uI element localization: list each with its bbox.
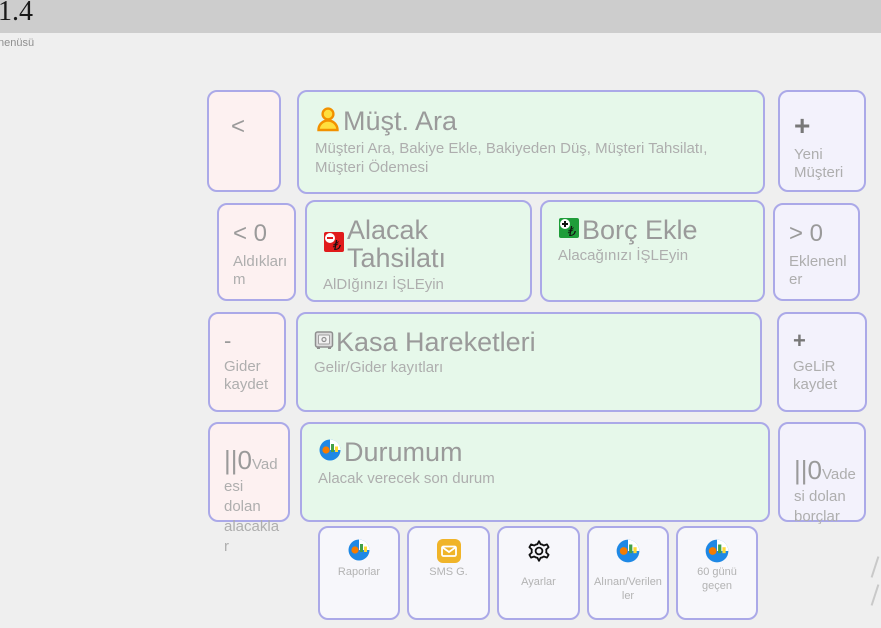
- new-customer-label: Yeni Müşteri: [794, 146, 858, 182]
- ayarlar-label: Ayarlar: [503, 576, 574, 590]
- title-band: 1.4: [0, 0, 881, 33]
- safe-icon: [314, 330, 334, 355]
- card-subtitle: AlDIğınızı İŞLEyin: [323, 276, 514, 295]
- new-customer-button[interactable]: + Yeni Müşteri: [778, 90, 866, 192]
- card-gelir-kaydet[interactable]: + GeLiR kaydet: [777, 312, 867, 412]
- card-eklenenler[interactable]: > 0 Eklenenler: [773, 203, 860, 301]
- card-durumum[interactable]: Durumum Alacak verecek son durum: [300, 422, 770, 522]
- raporlar-label: Raporlar: [324, 566, 394, 580]
- aldiklarim-value: < 0: [233, 221, 288, 247]
- card-title: Alacak Tahsilatı: [347, 216, 514, 273]
- alinan-verilenler-label: Alınan/Verilenler: [593, 576, 663, 604]
- card-subtitle: Müşteri Ara, Bakiye Ekle, Bakiyeden Düş,…: [315, 140, 747, 178]
- card-subtitle: Alacak verecek son durum: [318, 470, 752, 489]
- chart-pie-icon: [615, 538, 641, 564]
- card-must-ara[interactable]: Müşt. Ara Müşteri Ara, Bakiye Ekle, Baki…: [297, 90, 765, 194]
- ayarlar-button[interactable]: Ayarlar: [497, 526, 580, 620]
- gider-label: Gider kaydet: [224, 358, 278, 394]
- card-vadesi-dolan-borclar[interactable]: ||0Vadesi dolan borçlar: [778, 422, 866, 522]
- card-vadesi-dolan-alacaklar[interactable]: ||0Vadesi dolan alacaklar: [208, 422, 290, 522]
- lira-plus-icon: ₺: [558, 217, 580, 244]
- card-borc-ekle[interactable]: ₺ Borç Ekle Alacağınızı İŞLEyin: [540, 200, 765, 302]
- gear-icon: [526, 538, 552, 564]
- sms-envelope-icon: [436, 538, 462, 564]
- vadesi-borclar-value: ||0: [794, 455, 822, 485]
- chart-pie-icon: [704, 538, 730, 564]
- card-title: Borç Ekle: [582, 216, 698, 244]
- sms-button[interactable]: SMS G.: [407, 526, 490, 620]
- aldiklarim-label: Aldıklarım: [233, 253, 288, 289]
- sms-label: SMS G.: [413, 566, 484, 580]
- gunu-gecen-label: 60 günü geçen: [682, 566, 752, 594]
- card-title: Müşt. Ara: [343, 107, 457, 135]
- eklenenler-value: > 0: [789, 221, 852, 247]
- card-subtitle: Alacağınızı İŞLEyin: [558, 247, 747, 266]
- card-title: Durumum: [344, 438, 463, 466]
- svg-text:₺: ₺: [567, 225, 576, 239]
- lira-minus-icon: ₺: [323, 231, 345, 258]
- menu-label: nenüsü: [0, 37, 34, 49]
- gunu-gecen-button[interactable]: 60 günü geçen: [676, 526, 758, 620]
- eklenenler-label: Eklenenler: [789, 253, 852, 289]
- back-button[interactable]: <: [207, 90, 281, 192]
- app-window: 1.4 nenüsü < Müşt. Ara Müşteri Ara, Baki…: [0, 0, 881, 628]
- card-subtitle: Gelir/Gider kayıtları: [314, 359, 744, 378]
- card-alacak-tahsilati[interactable]: ₺ Alacak Tahsilatı AlDIğınızı İŞLEyin: [305, 200, 532, 302]
- card-gider-kaydet[interactable]: - Gider kaydet: [208, 312, 286, 412]
- chart-pie-icon: [346, 538, 372, 564]
- card-aldiklarim[interactable]: < 0 Aldıklarım: [217, 203, 296, 301]
- edge-artifact: [871, 556, 880, 578]
- chart-pie-icon: [318, 438, 342, 467]
- card-title: Kasa Hareketleri: [336, 328, 536, 356]
- card-kasa-hareketleri[interactable]: Kasa Hareketleri Gelir/Gider kayıtları: [296, 312, 762, 412]
- vadesi-alacaklar-value: ||0: [224, 445, 252, 475]
- minus-icon: -: [224, 330, 278, 352]
- plus-icon: +: [793, 330, 859, 352]
- app-version: 1.4: [0, 0, 33, 28]
- plus-icon: +: [794, 112, 858, 140]
- alinan-verilenler-button[interactable]: Alınan/Verilenler: [587, 526, 669, 620]
- back-label: <: [231, 113, 245, 140]
- edge-artifact: [871, 584, 880, 606]
- raporlar-button[interactable]: Raporlar: [318, 526, 400, 620]
- svg-text:₺: ₺: [332, 239, 341, 253]
- person-icon: [315, 106, 341, 137]
- gelir-label: GeLiR kaydet: [793, 358, 859, 394]
